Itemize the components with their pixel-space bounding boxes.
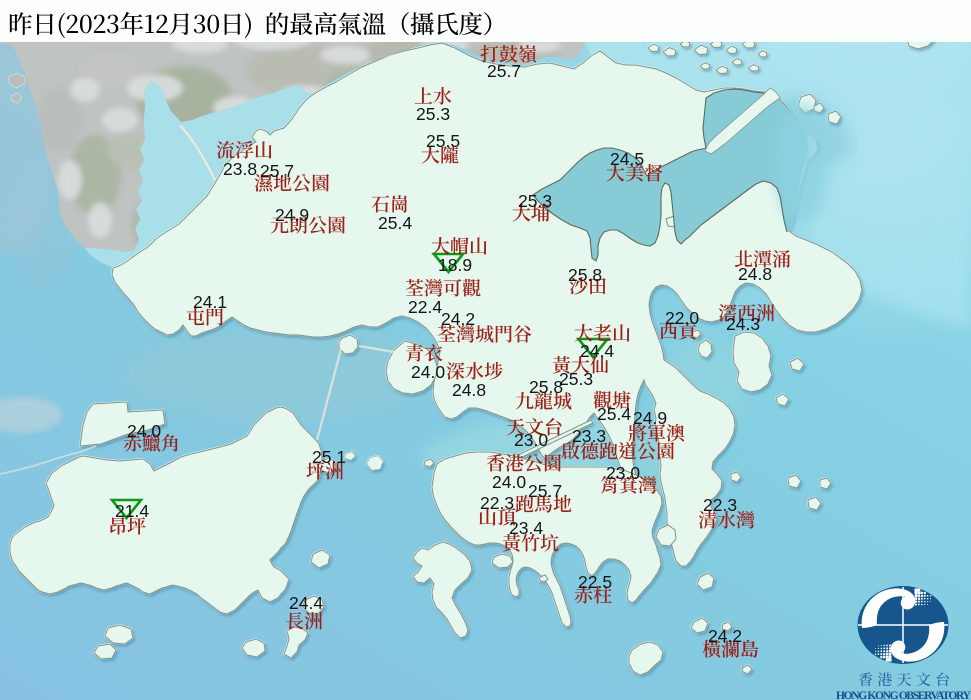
svg-text:24.4: 24.4: [580, 341, 614, 361]
svg-text:23.3: 23.3: [572, 426, 606, 446]
svg-text:21.4: 21.4: [115, 501, 149, 521]
svg-text:25.3: 25.3: [518, 191, 552, 211]
svg-text:25.8: 25.8: [568, 265, 602, 285]
svg-text:22.3: 22.3: [480, 493, 514, 513]
svg-text:24.8: 24.8: [452, 380, 486, 400]
svg-text:22.0: 22.0: [665, 308, 699, 328]
svg-text:25.7: 25.7: [487, 61, 521, 81]
svg-text:25.3: 25.3: [559, 369, 593, 389]
svg-text:24.1: 24.1: [193, 292, 227, 312]
svg-text:24.0: 24.0: [411, 362, 445, 382]
svg-text:25.5: 25.5: [426, 131, 460, 151]
svg-text:24.9: 24.9: [275, 205, 309, 225]
svg-text:25.7: 25.7: [528, 481, 562, 501]
svg-text:24.2: 24.2: [708, 626, 742, 646]
svg-text:23.4: 23.4: [509, 518, 543, 538]
svg-text:25.4: 25.4: [378, 213, 412, 233]
svg-text:23.8: 23.8: [223, 159, 257, 179]
svg-text:25.8: 25.8: [529, 377, 563, 397]
svg-text:24.0: 24.0: [492, 472, 526, 492]
svg-text:22.4: 22.4: [408, 297, 442, 317]
svg-text:23.0: 23.0: [606, 463, 640, 483]
svg-text:22.3: 22.3: [703, 495, 737, 515]
svg-text:25.1: 25.1: [312, 447, 346, 467]
svg-text:24.3: 24.3: [726, 314, 760, 334]
svg-text:25.3: 25.3: [416, 104, 450, 124]
svg-text:24.0: 24.0: [127, 421, 161, 441]
svg-text:24.2: 24.2: [441, 309, 475, 329]
svg-text:23.0: 23.0: [514, 430, 548, 450]
svg-text:24.8: 24.8: [738, 264, 772, 284]
svg-text:22.5: 22.5: [578, 572, 612, 592]
svg-text:HONG KONG OBSERVATORY: HONG KONG OBSERVATORY: [836, 689, 971, 700]
svg-text:24.9: 24.9: [633, 408, 667, 428]
svg-text:25.7: 25.7: [260, 161, 294, 181]
svg-text:18.9: 18.9: [438, 255, 472, 275]
svg-text:24.4: 24.4: [289, 593, 323, 613]
svg-text:24.5: 24.5: [610, 149, 644, 169]
svg-text:25.4: 25.4: [597, 404, 631, 424]
